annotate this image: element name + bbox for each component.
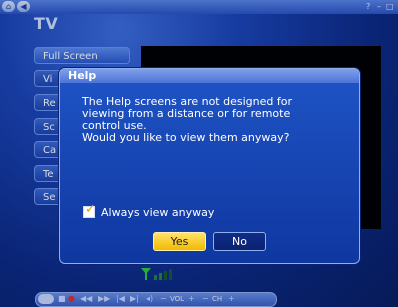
- always-view-label[interactable]: Always view anyway: [101, 206, 214, 219]
- no-button[interactable]: No: [213, 232, 266, 251]
- dialog-message: The Help screens are not designed for vi…: [82, 95, 292, 144]
- always-view-checkbox[interactable]: ✓: [83, 202, 96, 218]
- checkmark-icon: ✓: [85, 202, 96, 217]
- dialog-title: Help: [60, 69, 359, 83]
- help-dialog: Help The Help screens are not designed f…: [59, 68, 360, 264]
- yes-button[interactable]: Yes: [153, 232, 206, 251]
